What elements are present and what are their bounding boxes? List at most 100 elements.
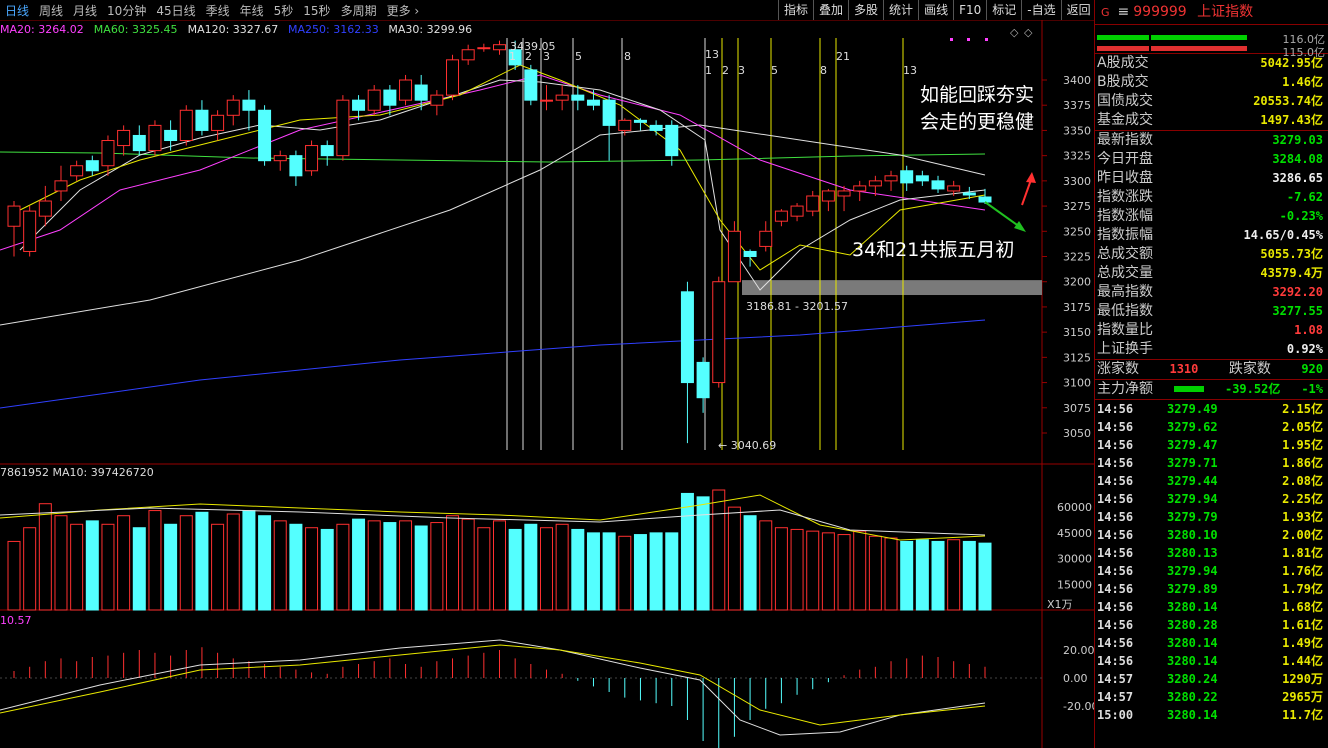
- tick-row: 14:56 3279.49 2.15亿: [1095, 400, 1328, 418]
- candle-body: [931, 180, 945, 190]
- stat-value: -7.62: [1286, 190, 1323, 204]
- candle-body: [727, 230, 741, 283]
- period-tab[interactable]: 年线: [240, 2, 264, 19]
- up-label: 涨家数: [1097, 361, 1139, 377]
- tool-button[interactable]: 画线: [918, 0, 953, 20]
- up-count: 1310: [1169, 362, 1199, 376]
- tick-cell: 1.68亿: [1282, 600, 1323, 614]
- bar-down-value: 115.0亿: [1282, 46, 1326, 59]
- mainflow-pct: -1%: [1301, 382, 1323, 396]
- candle-body: [555, 94, 569, 101]
- volume-bar: [320, 528, 334, 611]
- tick-row: 14:57 3280.22 2965万: [1095, 688, 1328, 706]
- tick-cell: 14:56: [1097, 510, 1134, 524]
- dea-line: [0, 644, 986, 726]
- gap-label: 3186.81 - 3201.57: [746, 300, 848, 313]
- candle-body: [320, 145, 334, 157]
- quote-header: G ≡ 999999 上证指数: [1095, 0, 1328, 25]
- tick-cell: 14:56: [1097, 438, 1134, 452]
- period-tab[interactable]: 5秒: [274, 2, 294, 19]
- volume-bar: [947, 539, 961, 611]
- tick-row: 14:56 3280.14 1.44亿: [1095, 652, 1328, 670]
- marker-dot: [950, 38, 953, 41]
- down-count: 920: [1301, 362, 1323, 376]
- price-tick: 3350: [1063, 124, 1091, 137]
- candle-body: [853, 185, 867, 192]
- up-arrow-icon: [1026, 172, 1036, 183]
- volume-bar: [743, 515, 757, 611]
- volume-bar: [383, 522, 397, 611]
- period-tab[interactable]: 45日线: [156, 2, 195, 19]
- tool-button[interactable]: -自选: [1021, 0, 1060, 20]
- volume-bar: [508, 528, 522, 611]
- tick-cell: 14:56: [1097, 402, 1134, 416]
- down-arrow-icon: [984, 201, 1021, 228]
- candle-body: [38, 200, 52, 217]
- candle-body: [446, 59, 460, 96]
- volume-bar: [806, 530, 820, 611]
- candle-body: [884, 175, 898, 182]
- tool-button[interactable]: 多股: [848, 0, 883, 20]
- tick-cell: 2.00亿: [1282, 528, 1323, 542]
- tick-cell: 3280.14: [1167, 708, 1218, 722]
- tick-cell: 11.7亿: [1282, 708, 1323, 722]
- candle-body: [430, 94, 444, 106]
- tick-cell: 3280.14: [1167, 654, 1218, 668]
- price-tick: 3400: [1063, 74, 1091, 87]
- volume-bar: [38, 503, 52, 611]
- volume-bar: [242, 510, 256, 611]
- tick-cell: 3280.14: [1167, 636, 1218, 650]
- period-tab[interactable]: 周线: [39, 2, 63, 19]
- candle-body: [195, 109, 209, 131]
- volume-bar: [273, 520, 287, 611]
- stat-label: 最高指数: [1097, 284, 1153, 300]
- ma-legend: MA60: 3325.45: [94, 23, 178, 36]
- stat-row: 基金成交 1497.43亿: [1095, 111, 1328, 130]
- tool-button[interactable]: 叠加: [813, 0, 848, 20]
- stat-row: 指数涨幅 -0.23%: [1095, 207, 1328, 226]
- period-tab[interactable]: 月线: [73, 2, 97, 19]
- marker-dot: [967, 38, 970, 41]
- period-tab[interactable]: 10分钟: [107, 2, 146, 19]
- tool-button[interactable]: 标记: [986, 0, 1021, 20]
- stat-value: 43579.4万: [1260, 266, 1323, 280]
- kline-chart[interactable]: 3400337533503325330032753250322532003175…: [0, 20, 1094, 748]
- volume-bar: [85, 520, 99, 611]
- menu-icon[interactable]: ≡: [1118, 4, 1130, 20]
- tick-list[interactable]: 14:56 3279.49 2.15亿 14:56 3279.62 2.05亿 14:56 3…: [1095, 400, 1328, 724]
- candle-body: [618, 119, 632, 131]
- candle-body: [962, 192, 976, 196]
- volume-bar: [414, 525, 428, 611]
- price-tick: 3250: [1063, 225, 1091, 238]
- period-tab[interactable]: 日线: [5, 2, 29, 19]
- volume-bar: [7, 540, 21, 611]
- tool-button[interactable]: 指标: [778, 0, 813, 20]
- tick-cell: 1.93亿: [1282, 510, 1323, 524]
- ma250-line: [0, 319, 986, 409]
- tool-button[interactable]: F10: [953, 0, 986, 20]
- candle-body: [226, 99, 240, 116]
- period-tab[interactable]: 多周期: [341, 2, 377, 19]
- volume-bar: [586, 532, 600, 611]
- down-label: 跌家数: [1228, 361, 1271, 377]
- candle-body: [211, 114, 225, 131]
- tick-cell: 2.25亿: [1282, 492, 1323, 506]
- index-stats: 最新指数 3279.03 今日开盘 3284.08 昨日收盘 3286.65 指数涨跌 -7.…: [1095, 131, 1328, 360]
- price-tick: 3225: [1063, 251, 1091, 264]
- tool-button[interactable]: 统计: [883, 0, 918, 20]
- period-tab[interactable]: 15秒: [303, 2, 330, 19]
- ma-legend: MA20: 3264.02: [0, 23, 84, 36]
- tick-cell: 3280.10: [1167, 528, 1218, 542]
- volume-bar: [978, 542, 992, 611]
- period-tab[interactable]: 更多 ›: [387, 2, 420, 19]
- fib-label: 13: [903, 64, 917, 77]
- volume-bar: [696, 496, 710, 611]
- period-tab[interactable]: 季线: [206, 2, 230, 19]
- candle-body: [712, 281, 726, 384]
- volume-bar: [868, 535, 882, 611]
- volume-bar: [915, 539, 929, 611]
- candle-body: [649, 124, 663, 131]
- volume-bar: [54, 515, 68, 611]
- stat-row: 指数涨跌 -7.62: [1095, 188, 1328, 207]
- tool-button[interactable]: 返回: [1060, 0, 1096, 20]
